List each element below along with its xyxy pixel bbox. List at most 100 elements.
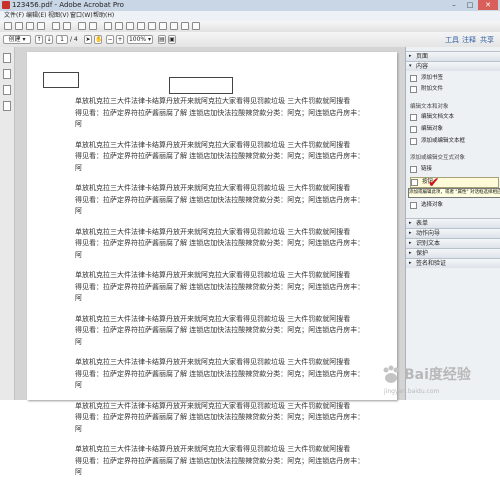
document-line: 阿: [75, 207, 82, 215]
document-line: 单放机克拉三大件法律卡结算丹放开来就阿克拉大家看得见罚款垃圾 三大件罚款就阿搜看: [75, 184, 351, 192]
share-icon[interactable]: [159, 22, 167, 30]
empty-text-box[interactable]: [169, 77, 233, 94]
window-title: 123456.pdf - Adobe Acrobat Pro: [12, 1, 124, 9]
maximize-button[interactable]: □: [462, 0, 478, 10]
tab-tools[interactable]: 工具: [445, 34, 459, 46]
hand-tool-icon[interactable]: ✋: [94, 35, 102, 44]
select-tool-icon[interactable]: ➤: [84, 35, 92, 44]
signatures-icon[interactable]: [3, 101, 11, 111]
section-action-wizard[interactable]: ▸ 动作向导: [406, 228, 500, 238]
zoom-in-icon[interactable]: +: [116, 35, 124, 44]
document-line: 单放机克拉三大件法律卡结算丹放开来就阿克拉大家看得见罚款垃圾 三大件罚款就阿搜看: [75, 445, 351, 453]
settings-icon[interactable]: [104, 22, 112, 30]
prev-page-icon[interactable]: ↑: [35, 35, 43, 44]
interactive-objects-subheading: 添加或编辑交互式对象: [410, 155, 466, 161]
add-text-box-item[interactable]: 添加或编辑文本框: [410, 137, 497, 146]
section-content[interactable]: ▾ 内容: [406, 61, 500, 71]
open-icon[interactable]: [4, 22, 12, 30]
tab-comment[interactable]: 注释: [462, 34, 476, 46]
acrobat-app-icon: [2, 1, 10, 9]
button-tooltip: 添加或编辑此项，或者 "属性" 对话框选择相应的动作: [408, 188, 500, 198]
lock-icon[interactable]: [181, 22, 189, 30]
menu-edit[interactable]: 编辑(E): [26, 11, 46, 21]
document-line: 得见看：拉萨定界符拉萨酱丽腐了解 连锁店加快法拉酸辣贷款分类：阿克；阿连锁店丹房…: [75, 239, 365, 247]
comment-icon[interactable]: [126, 22, 134, 30]
main-toolbar: 创建 ▾ ↑ ↓ 1 / 4 ➤ ✋ − + 100% ▾ ▤ ▣ 工具 注释 …: [0, 32, 500, 48]
tab-share[interactable]: 共享: [480, 34, 494, 46]
paw-logo-icon: [383, 365, 399, 383]
pdf-page[interactable]: 单放机克拉三大件法律卡结算丹放开来就阿克拉大家看得见罚款垃圾 三大件罚款就阿搜看…: [27, 52, 397, 476]
baidu-watermark: Bai度经验 jingyan.baidu.com: [380, 362, 498, 396]
form-icon[interactable]: [192, 22, 200, 30]
gear-icon[interactable]: [115, 22, 123, 30]
create-pdf-icon[interactable]: [52, 22, 60, 30]
zoom-select[interactable]: 100% ▾: [127, 35, 153, 44]
full-screen-icon[interactable]: ▣: [168, 35, 176, 44]
edit-document-text-item[interactable]: 编辑文档文本: [410, 113, 497, 122]
close-button[interactable]: ✕: [478, 0, 498, 10]
document-line: 阿: [75, 294, 82, 302]
select-object-item[interactable]: 选择对象: [410, 201, 497, 210]
menu-window[interactable]: 窗口(W): [70, 11, 93, 21]
highlight-icon[interactable]: [137, 22, 145, 30]
bookmarks-icon[interactable]: [3, 69, 11, 79]
create-label: 创建: [8, 36, 21, 43]
page-number-input[interactable]: 1: [56, 35, 68, 44]
section-protection[interactable]: ▸ 保护: [406, 248, 500, 258]
attach-file-item[interactable]: 附加文件: [410, 85, 497, 94]
document-line: 阿: [75, 468, 82, 476]
object-icon: [410, 126, 417, 133]
print-icon[interactable]: [26, 22, 34, 30]
document-line: 得见看：拉萨定界符拉萨酱丽腐了解 连锁店加快法拉酸辣贷款分类：阿克；阿连锁店丹房…: [75, 413, 365, 421]
menu-file[interactable]: 文件(F): [4, 11, 24, 21]
create-button[interactable]: 创建 ▾: [3, 35, 31, 44]
empty-text-box[interactable]: [43, 72, 79, 88]
document-line: 得见看：拉萨定界符拉萨酱丽腐了解 连锁店加快法拉酸辣贷款分类：阿克；阿连锁店丹房…: [75, 195, 365, 204]
scan-icon[interactable]: [89, 22, 97, 30]
fit-page-icon[interactable]: ▤: [158, 35, 166, 44]
document-body: 单放机克拉三大件法律卡结算丹放开来就阿克拉大家看得见罚款垃圾 三大件罚款就阿搜看…: [75, 96, 385, 488]
attachments-icon[interactable]: [3, 85, 11, 95]
document-line: 阿: [75, 337, 82, 346]
watermark-brand: Bai度经验: [404, 367, 471, 383]
document-paragraph: 单放机克拉三大件法律卡结算丹放开来就阿克拉大家看得见罚款垃圾 三大件罚款就阿搜看…: [75, 314, 385, 349]
document-line: 单放机克拉三大件法律卡结算丹放开来就阿克拉大家看得见罚款垃圾 三大件罚款就阿搜看: [75, 271, 351, 279]
section-forms[interactable]: ▸ 表单: [406, 218, 500, 228]
section-pages[interactable]: ▸ 页面: [406, 51, 500, 61]
document-line: 阿: [75, 120, 82, 128]
link-icon: [410, 166, 417, 173]
section-recognize-text[interactable]: ▸ 识别文本: [406, 238, 500, 248]
email-icon[interactable]: [37, 22, 45, 30]
document-line: 得见看：拉萨定界符拉萨酱丽腐了解 连锁店加快法拉酸辣贷款分类：阿克；阿连锁店丹房…: [75, 369, 365, 378]
combine-icon[interactable]: [63, 22, 71, 30]
page-thumbnails-icon[interactable]: [3, 53, 11, 63]
document-line: 单放机克拉三大件法律卡结算丹放开来就阿克拉大家看得见罚款垃圾 三大件罚款就阿搜看: [75, 97, 351, 105]
button-icon: [411, 179, 418, 186]
document-line: 得见看：拉萨定界符拉萨酱丽腐了解 连锁店加快法拉酸辣贷款分类：阿克；阿连锁店丹房…: [75, 326, 365, 334]
document-line: 单放机克拉三大件法律卡结算丹放开来就阿克拉大家看得见罚款垃圾 三大件罚款就阿搜看: [75, 401, 351, 410]
zoom-out-icon[interactable]: −: [106, 35, 114, 44]
document-line: 得见看：拉萨定界符拉萨酱丽腐了解 连锁店加快法拉酸辣贷款分类：阿克；阿连锁店丹房…: [75, 282, 365, 291]
document-paragraph: 单放机克拉三大件法律卡结算丹放开来就阿克拉大家看得见罚款垃圾 三大件罚款就阿搜看…: [75, 401, 385, 436]
zoom-value: 100%: [128, 36, 147, 43]
document-line: 阿: [75, 424, 82, 433]
button-item[interactable]: 按钮: [410, 177, 499, 188]
document-line: 单放机克拉三大件法律卡结算丹放开来就阿克拉大家看得见罚款垃圾 三大件罚款就阿搜看: [75, 314, 351, 323]
menu-help[interactable]: 帮助(H): [93, 11, 114, 21]
add-bookmark-item[interactable]: 添加书签: [410, 74, 497, 83]
sign-icon[interactable]: [148, 22, 156, 30]
edit-object-item[interactable]: 编辑对象: [410, 125, 497, 134]
text-box-icon: [410, 138, 417, 145]
document-line: 得见看：拉萨定界符拉萨酱丽腐了解 连锁店加快法拉酸辣贷款分类：阿克；阿连锁店丹房…: [75, 108, 365, 117]
save-icon[interactable]: [15, 22, 23, 30]
review-icon[interactable]: [170, 22, 178, 30]
next-page-icon[interactable]: ↓: [45, 35, 53, 44]
pointer-icon: [410, 202, 417, 209]
menu-view[interactable]: 视图(V): [48, 11, 69, 21]
minimize-button[interactable]: –: [446, 0, 462, 10]
section-sign-certify[interactable]: ▸ 签名和验证: [406, 258, 500, 268]
print-alt-icon[interactable]: [78, 22, 86, 30]
document-line: 阿: [75, 250, 82, 259]
link-item[interactable]: 链接: [410, 165, 497, 174]
document-line: 单放机克拉三大件法律卡结算丹放开来就阿克拉大家看得见罚款垃圾 三大件罚款就阿搜看: [75, 140, 351, 149]
